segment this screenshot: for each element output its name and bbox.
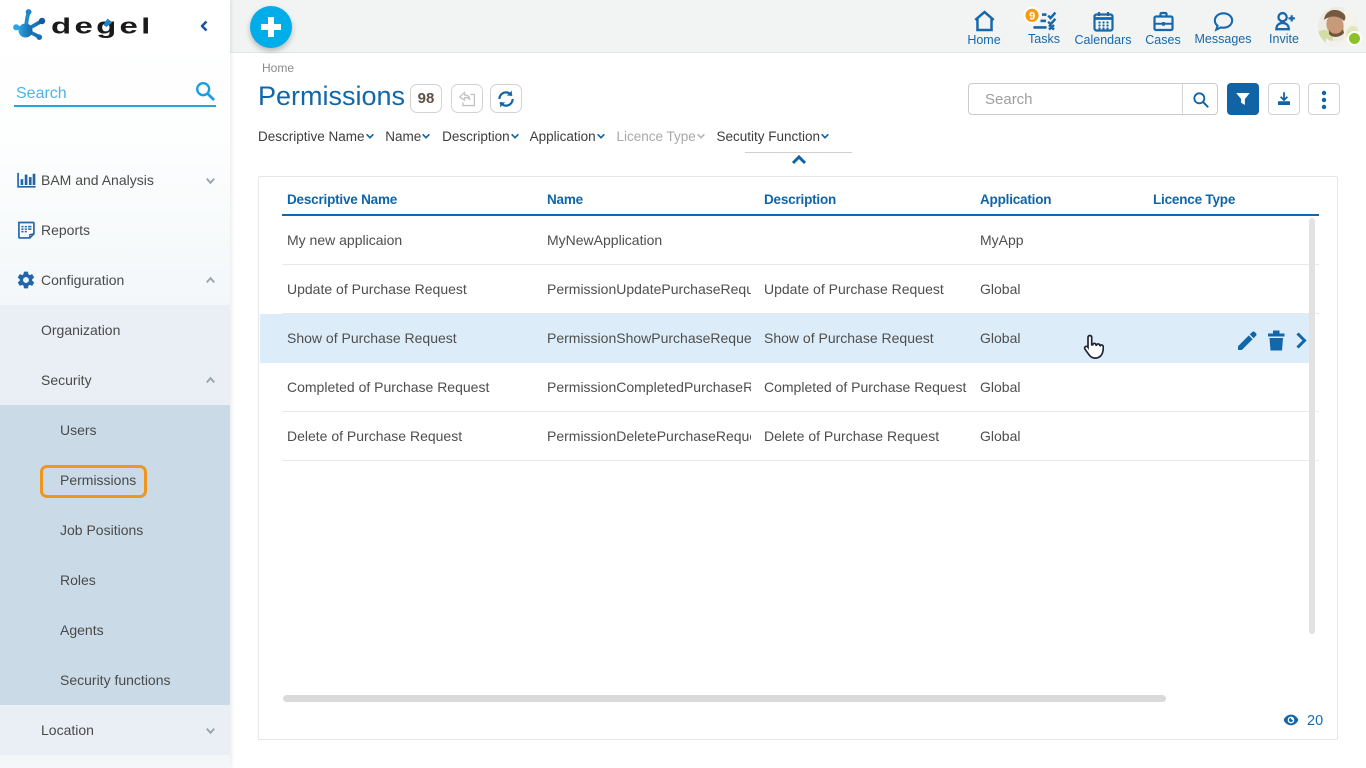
- svg-text:9: 9: [1029, 10, 1035, 22]
- svg-text:degel: degel: [51, 14, 154, 38]
